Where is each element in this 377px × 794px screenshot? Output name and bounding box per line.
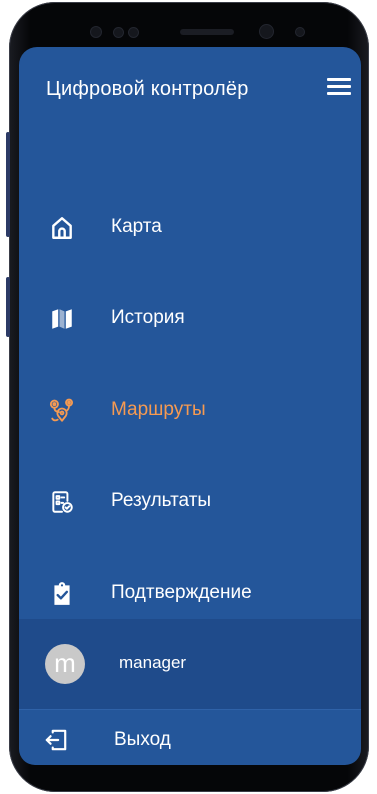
nav-item-confirm[interactable]: Подтверждение	[19, 563, 361, 623]
map-icon	[49, 306, 75, 332]
nav-item-results[interactable]: Результаты	[19, 471, 361, 531]
user-profile-row[interactable]: m manager	[19, 619, 361, 709]
volume-button	[6, 132, 10, 237]
route-pins-icon	[49, 398, 75, 424]
nav-item-routes[interactable]: Маршруты	[19, 380, 361, 440]
sensor-dot	[129, 28, 138, 37]
logout-label: Выход	[114, 729, 171, 750]
checklist-icon	[49, 489, 75, 515]
avatar: m	[45, 644, 85, 684]
home-icon	[49, 215, 75, 241]
clipboard-check-icon	[49, 581, 75, 607]
hamburger-menu-icon[interactable]	[323, 74, 355, 100]
nav-item-history[interactable]: История	[19, 288, 361, 348]
logout-button[interactable]: Выход	[19, 710, 361, 765]
nav-label-confirm: Подтверждение	[111, 582, 252, 603]
app-screen: Цифровой контролёр Карта История Маршрут…	[19, 47, 361, 765]
bixby-button	[6, 277, 10, 337]
sensor-dot	[296, 28, 304, 36]
username: manager	[119, 653, 187, 672]
nav-item-map[interactable]: Карта	[19, 197, 361, 257]
nav-label-history: История	[111, 307, 185, 328]
logout-icon	[43, 727, 69, 753]
nav-label-map: Карта	[111, 216, 162, 237]
nav-label-results: Результаты	[111, 490, 212, 511]
app-title: Цифровой контролёр	[46, 78, 249, 100]
sensor-dot	[91, 27, 101, 37]
sensor-dot	[114, 28, 123, 37]
earpiece-speaker	[180, 29, 234, 35]
front-camera	[260, 25, 273, 38]
nav-label-routes: Маршруты	[111, 399, 206, 420]
